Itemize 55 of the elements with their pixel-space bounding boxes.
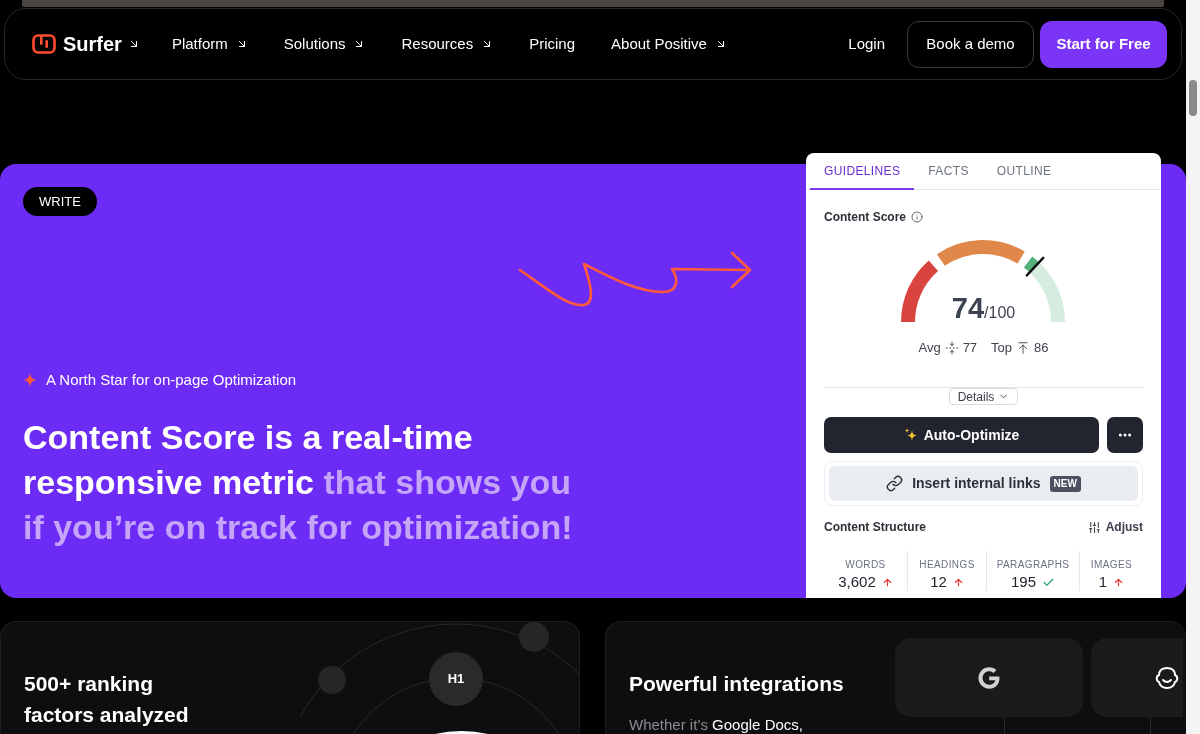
- link-icon: [886, 475, 904, 492]
- fold-arrows-icon: [944, 341, 959, 355]
- stat-value: 195: [1011, 573, 1036, 591]
- panel-tab[interactable]: FACTS: [914, 153, 983, 190]
- score-value: 74: [951, 293, 985, 323]
- category-tag: WRITE: [23, 187, 97, 216]
- card-title: 500+ ranking factors analyzed: [24, 671, 190, 728]
- more-options-button[interactable]: [1107, 417, 1143, 453]
- benchmark-label: Top: [991, 339, 1013, 358]
- orbit-dot: [318, 666, 346, 694]
- headline: Content Score is a real-time responsive metric that shows you if you’re on track for optimization!: [23, 417, 574, 548]
- auto-optimize-button[interactable]: Auto-Optimize: [824, 417, 1099, 453]
- stat-value: 3,602: [838, 573, 876, 591]
- book-demo-button[interactable]: Book a demo: [907, 20, 1034, 68]
- score-max: /100: [984, 304, 1016, 323]
- sparkles-icon: [903, 428, 918, 442]
- description-text: Whether it’s Google Docs,: [629, 716, 804, 734]
- adjust-button[interactable]: Adjust: [1087, 518, 1143, 536]
- stat-value: 12: [930, 573, 947, 591]
- heading-node: H1: [429, 652, 483, 706]
- insert-links-button[interactable]: Insert internal links NEW: [829, 466, 1138, 501]
- gauge-low-segment: [900, 260, 938, 323]
- nav-link[interactable]: Platform: [171, 32, 248, 56]
- section-title: Content Structure: [824, 519, 926, 536]
- section-title: Content Score: [824, 209, 906, 226]
- benchmark-value: 77: [962, 339, 978, 358]
- arrow-up-to-line-icon: [1016, 341, 1031, 355]
- nav-link[interactable]: Solutions: [283, 32, 366, 56]
- g-logo-icon: [978, 666, 1000, 689]
- details-button[interactable]: Details: [948, 388, 1019, 405]
- stat-label: HEADINGS: [919, 559, 975, 571]
- eyebrow-text: A North Star for on-page Optimization: [46, 370, 297, 390]
- panel-tab[interactable]: GUIDELINES: [810, 153, 915, 190]
- benchmark-value: 86: [1034, 339, 1049, 358]
- card-title: Powerful integrations: [629, 671, 845, 697]
- stat-label: IMAGES: [1090, 559, 1133, 571]
- stat-value: 1: [1098, 573, 1108, 591]
- sliders-icon: [1087, 520, 1101, 534]
- logo-icon: [32, 32, 56, 56]
- info-icon[interactable]: [911, 211, 923, 223]
- stat-label: PARAGRAPHS: [996, 559, 1070, 571]
- scrollbar-thumb[interactable]: [1189, 80, 1197, 116]
- nav-link[interactable]: Pricing: [529, 32, 576, 56]
- gauge-high-track: [1028, 262, 1065, 323]
- nav-link[interactable]: Resources: [401, 32, 494, 56]
- new-badge: NEW: [1049, 475, 1081, 492]
- panel-tab[interactable]: OUTLINE: [982, 153, 1066, 190]
- stat-label: WORDS: [845, 559, 886, 571]
- sparkle-icon: [23, 373, 37, 387]
- benchmark-label: Avg: [918, 339, 941, 358]
- smiling-face-icon: [1154, 665, 1180, 690]
- login-link[interactable]: Login: [848, 32, 885, 56]
- start-free-button[interactable]: Start for Free: [1040, 20, 1167, 68]
- logo-link[interactable]: Surfer: [32, 29, 140, 59]
- nav-link[interactable]: About Positive: [611, 32, 727, 56]
